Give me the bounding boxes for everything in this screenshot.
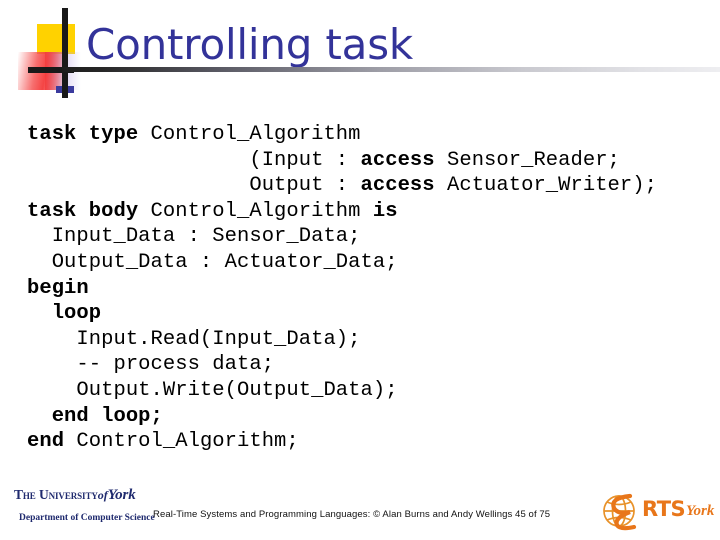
code-text: Input.Read(Input_Data); [27,327,361,351]
code-keyword: begin [27,276,89,300]
code-text: Output : [27,174,361,198]
code-text: Output_Data : Actuator_Data; [27,250,398,274]
code-text: Output.Write(Output_Data); [27,378,398,402]
code-text: Control_Algorithm [150,123,361,146]
rts-york-logo: RTS York [600,489,718,535]
york-logo-york-text: York [107,487,136,503]
code-line: end loop; [27,404,717,430]
university-of-york-logo: The UniversityofYork Department of Compu… [14,487,156,532]
code-line: task body Control_Algorithm is [27,199,717,225]
red-gradient-block-icon [18,52,65,90]
title-underline-rule [62,67,720,72]
code-keyword: task type [27,123,151,146]
york-logo-of-text: of [97,488,108,502]
code-text: Sensor_Reader; [446,148,620,172]
code-line: end Control_Algorithm; [27,429,717,455]
code-line: -- process data; [27,352,717,378]
code-keyword: end loop; [27,404,163,428]
code-text: Actuator_Writer); [446,174,657,198]
rts-logo-script-text: York [686,503,715,519]
globe-icon [603,493,637,531]
code-text: Input_Data : Sensor_Data; [27,225,361,249]
code-line: begin [27,276,717,302]
page-title: Controlling task [86,20,413,69]
code-line: (Input : access Sensor_Reader; [27,148,717,174]
yellow-square-icon [37,24,75,54]
black-vertical-bar-icon [62,8,68,98]
code-line: Output.Write(Output_Data); [27,378,717,404]
code-text: (Input : [27,148,361,172]
slide: Controlling task task type Control_Algor… [0,0,720,540]
code-keyword: access [360,174,447,198]
code-line: Output : access Actuator_Writer); [27,173,717,199]
code-line: Input.Read(Input_Data); [27,327,717,353]
code-keyword: end [27,430,77,454]
code-text: Control_Algorithm; [76,430,299,454]
york-logo-university-text: The University [14,487,98,502]
code-keyword: task body [27,199,151,223]
blue-bar-icon [56,86,74,93]
code-text: Control_Algorithm [150,199,373,223]
rts-logo-text: RTS [642,497,686,521]
code-keyword: is [372,199,398,223]
code-keyword: access [360,148,447,172]
code-line: task type Control_Algorithm [27,122,717,148]
code-line: Output_Data : Actuator_Data; [27,250,717,276]
footer-credit-text: Real-Time Systems and Programming Langua… [153,509,551,520]
code-line: loop [27,301,717,327]
york-logo-department-text: Department of Computer Science [19,513,155,523]
code-line: Input_Data : Sensor_Data; [27,224,717,250]
code-block: task type Control_Algorithm (Input : acc… [27,122,717,455]
code-keyword: loop [27,302,102,326]
york-logo-line1: The UniversityofYork [14,487,156,504]
code-text: -- process data; [27,353,275,377]
